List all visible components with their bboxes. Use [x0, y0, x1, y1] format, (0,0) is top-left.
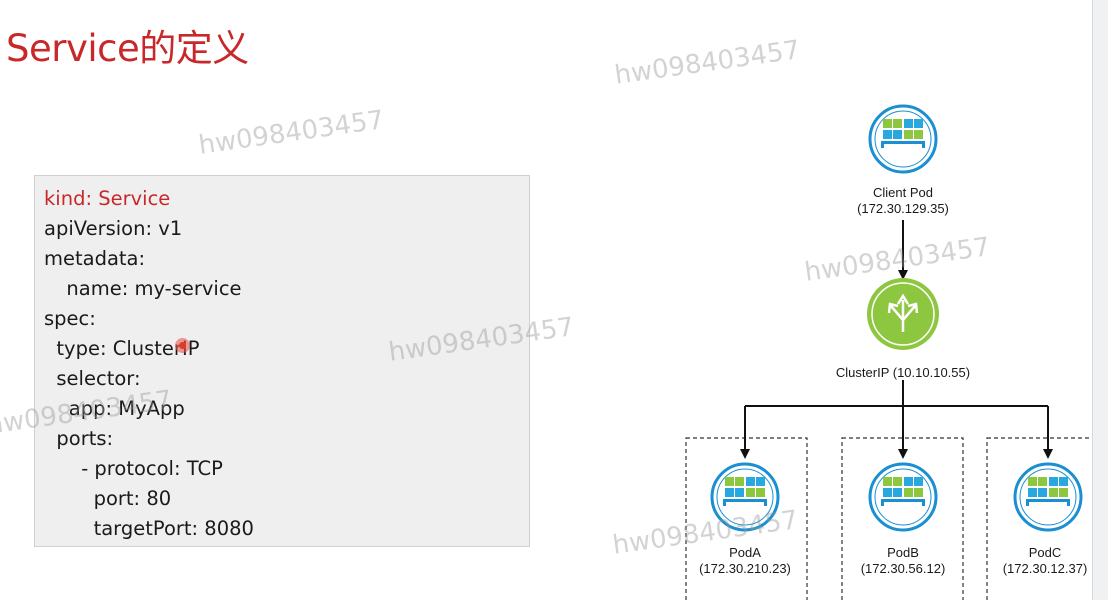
scrollbar-track[interactable]: [1092, 0, 1108, 600]
clusterip-label: ClusterIP (10.10.10.55): [835, 365, 971, 380]
clusterip-service-icon: [867, 278, 939, 350]
pod-c-label: PodC (172.30.12.37): [990, 545, 1100, 577]
pod-b-name: PodB: [887, 545, 919, 560]
pod-a-ip: (172.30.210.23): [699, 561, 791, 576]
client-pod-name: Client Pod: [873, 185, 933, 200]
pod-b-label: PodB (172.30.56.12): [848, 545, 958, 577]
client-pod-icon: [868, 104, 938, 174]
pod-c-name: PodC: [1028, 545, 1062, 560]
pod-c-icon: [1013, 462, 1083, 532]
client-pod-ip: (172.30.129.35): [857, 201, 949, 216]
pod-c-ip: (172.30.12.37): [1002, 561, 1088, 576]
pod-a-label: PodA (172.30.210.23): [690, 545, 800, 577]
service-diagram: [685, 104, 1092, 600]
pod-b-icon: [868, 462, 938, 532]
pod-b-ip: (172.30.56.12): [860, 561, 946, 576]
client-pod-label: Client Pod (172.30.129.35): [843, 185, 963, 217]
